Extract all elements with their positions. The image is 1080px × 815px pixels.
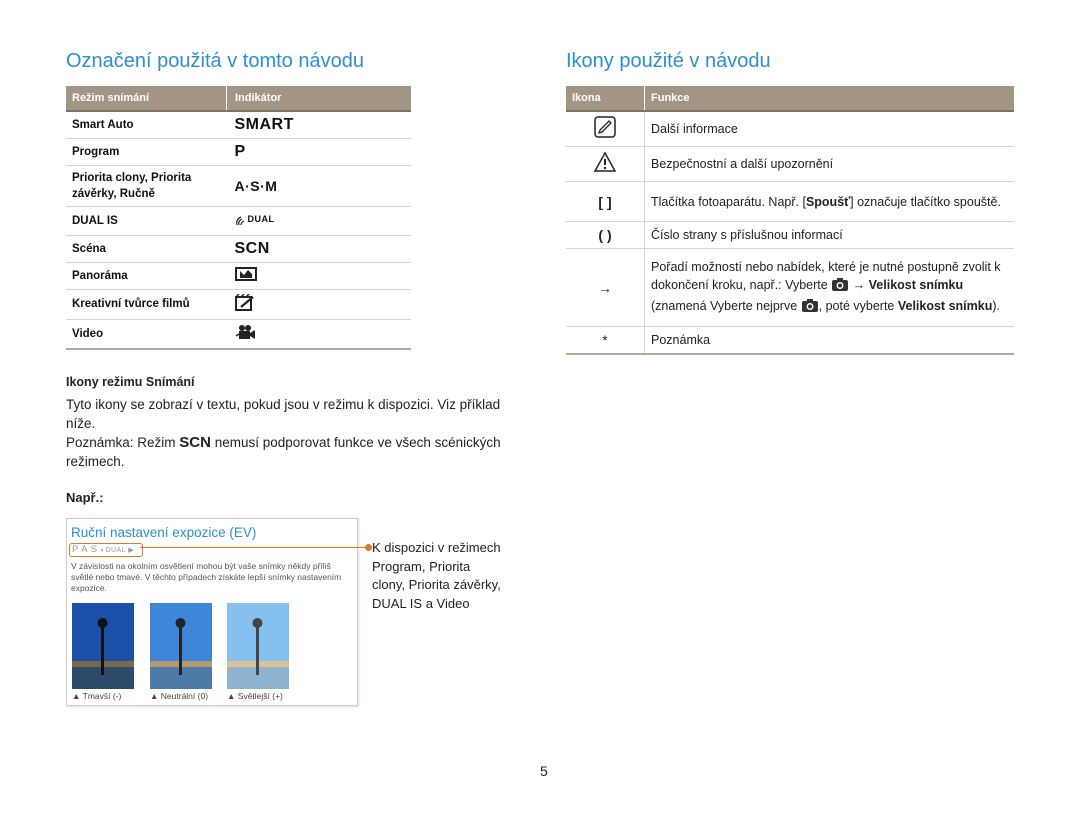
example-description: V závislosti na okolním osvětlení mohou … — [71, 561, 342, 593]
photo-neutral — [150, 603, 212, 689]
camera-icon — [831, 277, 849, 297]
video-camera-icon — [235, 324, 255, 339]
asterisk-icon: * — [566, 326, 645, 355]
function-text: Číslo strany s příslušnou informací — [644, 221, 1014, 249]
paragraph-scene-note: Poznámka: Režim SCN nemusí podporovat fu… — [66, 434, 501, 469]
right-heading: Ikony použité v návodu — [566, 50, 771, 72]
example-title: Ruční nastavení expozice (EV) — [71, 525, 257, 540]
mode-name: Video — [66, 319, 227, 350]
panorama-icon — [234, 266, 257, 281]
indicator-movie-maker — [226, 289, 411, 320]
photo-darker — [72, 603, 134, 689]
mode-name: Smart Auto — [66, 111, 227, 139]
warning-icon — [593, 151, 617, 172]
mode-name: DUAL IS — [66, 206, 227, 236]
paragraph-icons-info: Tyto ikony se zobrazí v textu, pokud jso… — [66, 397, 501, 431]
function-text: Pořadí možností nebo nabídek, které je n… — [644, 248, 1014, 327]
header-function: Funkce — [644, 86, 1014, 112]
indicator-smart: SMART — [226, 111, 411, 139]
photo-lighter — [227, 603, 289, 689]
indicator-panorama — [226, 262, 411, 290]
function-text: Tlačítka fotoaparátu. Např. [Spoušť] ozn… — [644, 181, 1014, 222]
indicator-dual-is: DUAL — [226, 206, 411, 236]
camera-icon — [801, 298, 819, 318]
shooting-mode-icons-heading: Ikony režimu Snímání — [66, 375, 195, 389]
left-heading: Označení použitá v tomto návodu — [66, 50, 364, 72]
indicator-video — [226, 319, 411, 350]
example-label: Např.: — [66, 490, 104, 505]
header-icon: Ikona — [566, 86, 645, 112]
example-mode-icons: P A S ◐DUAL ▶ — [69, 543, 143, 557]
callout-dot — [365, 544, 372, 551]
callout-leader-line — [140, 547, 368, 548]
page-number: 5 — [540, 763, 548, 779]
example-availability-note: K dispozici v režimech Program, Priorita… — [372, 540, 501, 611]
header-indicator: Indikátor — [226, 86, 411, 112]
function-text: Poznámka — [644, 326, 1014, 355]
icon-cell — [566, 146, 645, 182]
dual-is-icon: DUAL — [235, 211, 275, 227]
function-text: Další informace — [644, 111, 1014, 147]
shooting-modes-table: Režim snímání Indikátor Smart Auto SMART… — [66, 86, 411, 350]
mode-name: Program — [66, 138, 227, 166]
info-icon — [594, 116, 616, 138]
indicator-scene: SCN — [226, 235, 411, 263]
mode-name: Priorita clony, Priorita závěrky, Ručně — [66, 165, 227, 207]
header-mode: Režim snímání — [66, 86, 227, 112]
indicator-program: P — [226, 138, 411, 166]
mode-name: Scéna — [66, 235, 227, 263]
caption-neutral: ▲ Neutrální (0) — [150, 691, 209, 701]
indicator-asm: A·S·M — [226, 165, 411, 207]
mode-name: Kreativní tvůrce filmů — [66, 289, 227, 320]
mode-name: Panoráma — [66, 262, 227, 290]
movie-maker-icon — [234, 292, 254, 311]
icon-cell — [566, 111, 645, 147]
caption-lighter: ▲ Světlejší (+) — [227, 691, 283, 701]
parenthesis-icon: ( ) — [566, 221, 645, 249]
caption-darker: ▲ Tmavší (-) — [72, 691, 122, 701]
function-text: Bezpečnostní a další upozornění — [644, 146, 1014, 182]
scene-mode-icon: SCN — [179, 434, 211, 451]
bracket-icon: [ ] — [566, 181, 645, 222]
arrow-icon: → — [566, 248, 645, 327]
manual-icons-table: Ikona Funkce Další informace Bezpečnostn… — [566, 86, 1014, 355]
